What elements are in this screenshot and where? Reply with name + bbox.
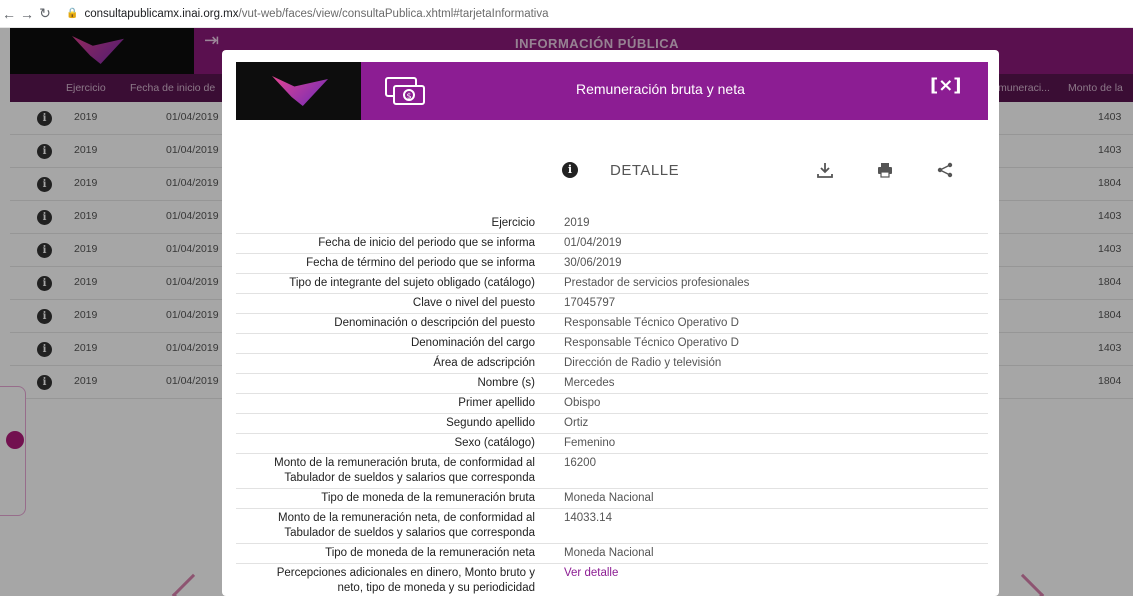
detail-field-label: Monto de la remuneración neta, de confor… bbox=[278, 512, 535, 539]
detail-row: Tipo de integrante del sujeto obligado (… bbox=[236, 274, 988, 294]
detail-field-label: Segundo apellido bbox=[446, 417, 535, 429]
detail-field-value: 01/04/2019 bbox=[564, 237, 622, 249]
forward-icon[interactable]: → bbox=[18, 6, 36, 22]
detail-field-value: Moneda Nacional bbox=[564, 492, 654, 504]
url-host: consultapublicamx.inai.org.mx bbox=[84, 7, 239, 20]
lock-icon: 🔒 bbox=[66, 8, 79, 19]
detail-row: Primer apellido Obispo bbox=[236, 394, 988, 414]
detail-field-value: Moneda Nacional bbox=[564, 547, 654, 559]
back-icon[interactable]: ← bbox=[0, 6, 18, 22]
modal-header: $ Remuneración bruta y neta [×] bbox=[236, 62, 988, 120]
detail-field-label: Monto de la remuneración bruta, de confo… bbox=[274, 457, 535, 484]
detail-row: Percepciones adicionales en dinero, Mont… bbox=[236, 564, 988, 596]
modal-logo bbox=[236, 62, 361, 120]
detail-field-value: 16200 bbox=[564, 457, 596, 469]
detail-toolbar: i DETALLE bbox=[222, 158, 999, 188]
ver-detalle-link[interactable]: Ver detalle bbox=[564, 567, 618, 579]
detail-row: Denominación o descripción del puesto Res… bbox=[236, 314, 988, 334]
detail-field-value: Prestador de servicios profesionales bbox=[564, 277, 750, 289]
download-icon bbox=[817, 162, 833, 178]
detail-field-value: 30/06/2019 bbox=[564, 257, 622, 269]
print-button[interactable] bbox=[874, 160, 896, 182]
download-button[interactable] bbox=[814, 160, 836, 182]
svg-text:$: $ bbox=[406, 92, 411, 101]
detail-row: Tipo de moneda de la remuneración bruta M… bbox=[236, 489, 988, 509]
detail-field-label: Fecha de término del periodo que se info… bbox=[306, 257, 535, 269]
money-icon: $ bbox=[385, 77, 425, 105]
detail-field-label: Sexo (catálogo) bbox=[454, 437, 535, 449]
detail-row: Fecha de inicio del periodo que se infor… bbox=[236, 234, 988, 254]
detail-field-label: Fecha de inicio del periodo que se infor… bbox=[318, 237, 535, 249]
info-icon: i bbox=[562, 162, 578, 178]
url-path: /vut-web/faces/view/consultaPublica.xhtm… bbox=[238, 7, 549, 20]
detail-field-label: Tipo de integrante del sujeto obligado (… bbox=[289, 277, 535, 289]
detail-field-label: Ejercicio bbox=[491, 217, 535, 229]
detail-field-value: 14033.14 bbox=[564, 512, 612, 524]
detail-row: Monto de la remuneración bruta, de confo… bbox=[236, 454, 988, 489]
reload-icon[interactable]: ↻ bbox=[36, 5, 54, 22]
detail-row: Segundo apellido Ortiz bbox=[236, 414, 988, 434]
detail-field-label: Nombre (s) bbox=[477, 377, 535, 389]
detail-row: Área de adscripción Dirección de Radio y … bbox=[236, 354, 988, 374]
logo-shape bbox=[272, 76, 328, 106]
detail-row: Sexo (catálogo) Femenino bbox=[236, 434, 988, 454]
detail-field-label: Tipo de moneda de la remuneración neta bbox=[325, 547, 535, 559]
detail-field-label: Clave o nivel del puesto bbox=[412, 297, 535, 309]
detail-row: Ejercicio 2019 bbox=[236, 214, 988, 234]
detail-field-value: Responsable Técnico Operativo D bbox=[564, 337, 739, 349]
detail-field-value: 17045797 bbox=[564, 297, 616, 309]
detail-field-value: Femenino bbox=[564, 437, 616, 449]
detail-row: Fecha de término del periodo que se info… bbox=[236, 254, 988, 274]
detail-modal: $ Remuneración bruta y neta [×] i DETALL… bbox=[222, 50, 999, 596]
detail-field-value: Responsable Técnico Operativo D bbox=[564, 317, 739, 329]
share-button[interactable] bbox=[934, 160, 956, 182]
detail-row: Nombre (s) Mercedes bbox=[236, 374, 988, 394]
browser-address-bar: ← → ↻ 🔒 consultapublicamx.inai.org.mx/vu… bbox=[0, 0, 1133, 28]
detail-field-value: Ortiz bbox=[564, 417, 589, 429]
detail-field-value: 2019 bbox=[564, 217, 590, 229]
detail-row: Monto de la remuneración neta, de confor… bbox=[236, 509, 988, 544]
detail-field-label: Denominación o descripción del puesto bbox=[334, 317, 535, 329]
modal-title: Remuneración bruta y neta bbox=[576, 81, 745, 97]
detail-field-label: Área de adscripción bbox=[433, 357, 535, 369]
detail-field-value: Obispo bbox=[564, 397, 601, 409]
detail-row: Tipo de moneda de la remuneración neta Mo… bbox=[236, 544, 988, 564]
detail-field-label: Denominación del cargo bbox=[410, 337, 535, 349]
detail-row: Clave o nivel del puesto 17045797 bbox=[236, 294, 988, 314]
detail-field-label: Tipo de moneda de la remuneración bruta bbox=[321, 492, 535, 504]
share-icon bbox=[937, 162, 953, 177]
detail-row: Denominación del cargo Responsable Técnic… bbox=[236, 334, 988, 354]
detail-field-value: Ver detalle bbox=[544, 564, 988, 596]
detail-field-value: Dirección de Radio y televisión bbox=[564, 357, 722, 369]
detail-table: Ejercicio 2019 Fecha de inicio del periodo… bbox=[236, 214, 988, 596]
close-button[interactable]: [×] bbox=[930, 75, 962, 96]
detail-field-label: Percepciones adicionales en dinero, Mont… bbox=[276, 567, 535, 594]
detail-field-value: Mercedes bbox=[564, 377, 615, 389]
print-icon bbox=[878, 162, 892, 178]
detail-label: DETALLE bbox=[610, 162, 680, 179]
url-text[interactable]: consultapublicamx.inai.org.mx/vut-web/fa… bbox=[84, 8, 548, 20]
detail-field-label: Primer apellido bbox=[458, 397, 535, 409]
